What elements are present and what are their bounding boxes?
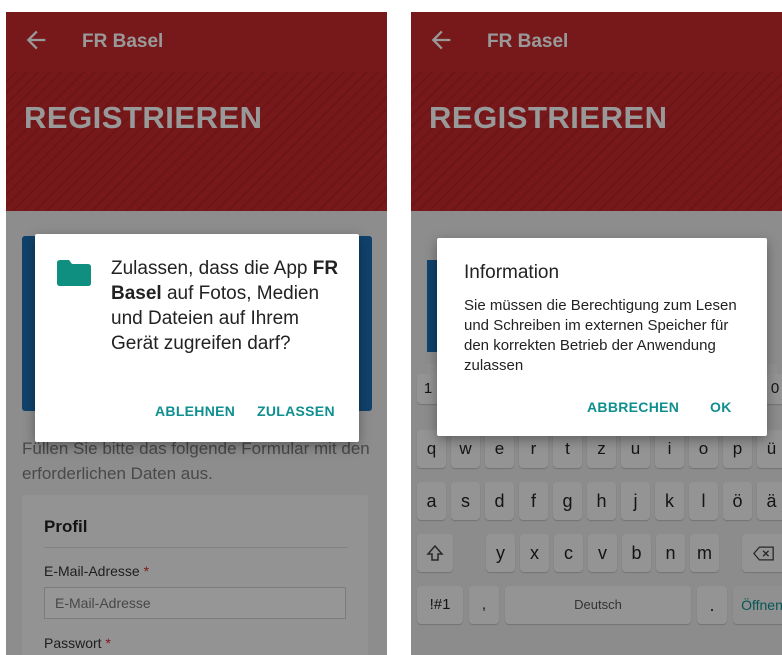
information-dialog: Information Sie müssen die Berechtigung … xyxy=(437,238,767,436)
ok-button[interactable]: OK xyxy=(710,399,732,415)
permission-message: Zulassen, dass die App FR Basel auf Foto… xyxy=(111,256,347,356)
permission-dialog: Zulassen, dass die App FR Basel auf Foto… xyxy=(35,234,359,442)
allow-button[interactable]: ZULASSEN xyxy=(257,403,335,419)
screen-information-dialog: FR Basel REGISTRIEREN ⌄ 1 0 qwertzuiopü … xyxy=(411,12,782,655)
message-prefix: Zulassen, dass die App xyxy=(111,258,313,279)
cancel-button[interactable]: ABBRECHEN xyxy=(587,399,679,415)
dialog-message: Sie müssen die Berechtigung zum Lesen un… xyxy=(464,297,737,374)
screen-permission-request: FR Basel REGISTRIEREN Füllen Sie bitte d… xyxy=(6,12,387,655)
folder-icon xyxy=(57,260,91,286)
dialog-title: Information xyxy=(464,262,560,283)
deny-button[interactable]: ABLEHNEN xyxy=(155,403,235,419)
